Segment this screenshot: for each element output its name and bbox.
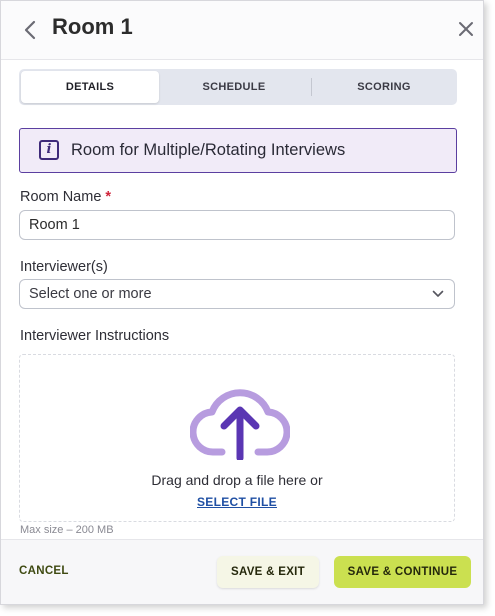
chevron-down-icon [432,290,444,297]
tab-details[interactable]: DETAILS [21,71,159,103]
dropzone-text: Drag and drop a file here or [151,472,323,488]
panel-header: Room 1 [1,1,483,60]
room-panel: Room 1 DETAILS SCHEDULE SCORING i Room f… [0,0,484,605]
interviewers-placeholder: Select one or more [29,286,152,302]
info-icon: i [39,140,59,160]
save-continue-button[interactable]: SAVE & CONTINUE [334,556,471,588]
max-size-hint: Max size – 200 MB [20,524,114,536]
info-banner: i Room for Multiple/Rotating Interviews [19,128,457,173]
tab-bar: DETAILS SCHEDULE SCORING [19,69,457,105]
room-name-input[interactable] [20,211,454,239]
select-file-wrapper: SELECT FILE [20,493,454,511]
cancel-button[interactable]: CANCEL [19,565,69,577]
panel-footer: CANCEL SAVE & EXIT SAVE & CONTINUE [1,539,483,604]
tab-schedule[interactable]: SCHEDULE [165,71,303,103]
room-name-label: Room Name * [20,189,111,205]
save-exit-button[interactable]: SAVE & EXIT [217,556,319,588]
required-indicator: * [105,189,112,205]
file-dropzone[interactable]: Drag and drop a file here or SELECT FILE [19,354,455,522]
tab-scoring[interactable]: SCORING [313,71,455,103]
room-name-label-text: Room Name [20,189,102,205]
page-title: Room 1 [52,14,133,39]
tab-divider [311,78,312,96]
interviewers-label: Interviewer(s) [20,259,108,275]
chevron-left-icon[interactable] [21,18,41,42]
cloud-upload-icon [190,389,290,460]
select-file-link[interactable]: SELECT FILE [197,495,277,509]
room-name-field [19,210,455,240]
info-banner-text: Room for Multiple/Rotating Interviews [71,141,346,159]
interviewers-select[interactable]: Select one or more [19,279,455,309]
instructions-label: Interviewer Instructions [20,328,170,344]
close-icon[interactable] [457,20,475,38]
